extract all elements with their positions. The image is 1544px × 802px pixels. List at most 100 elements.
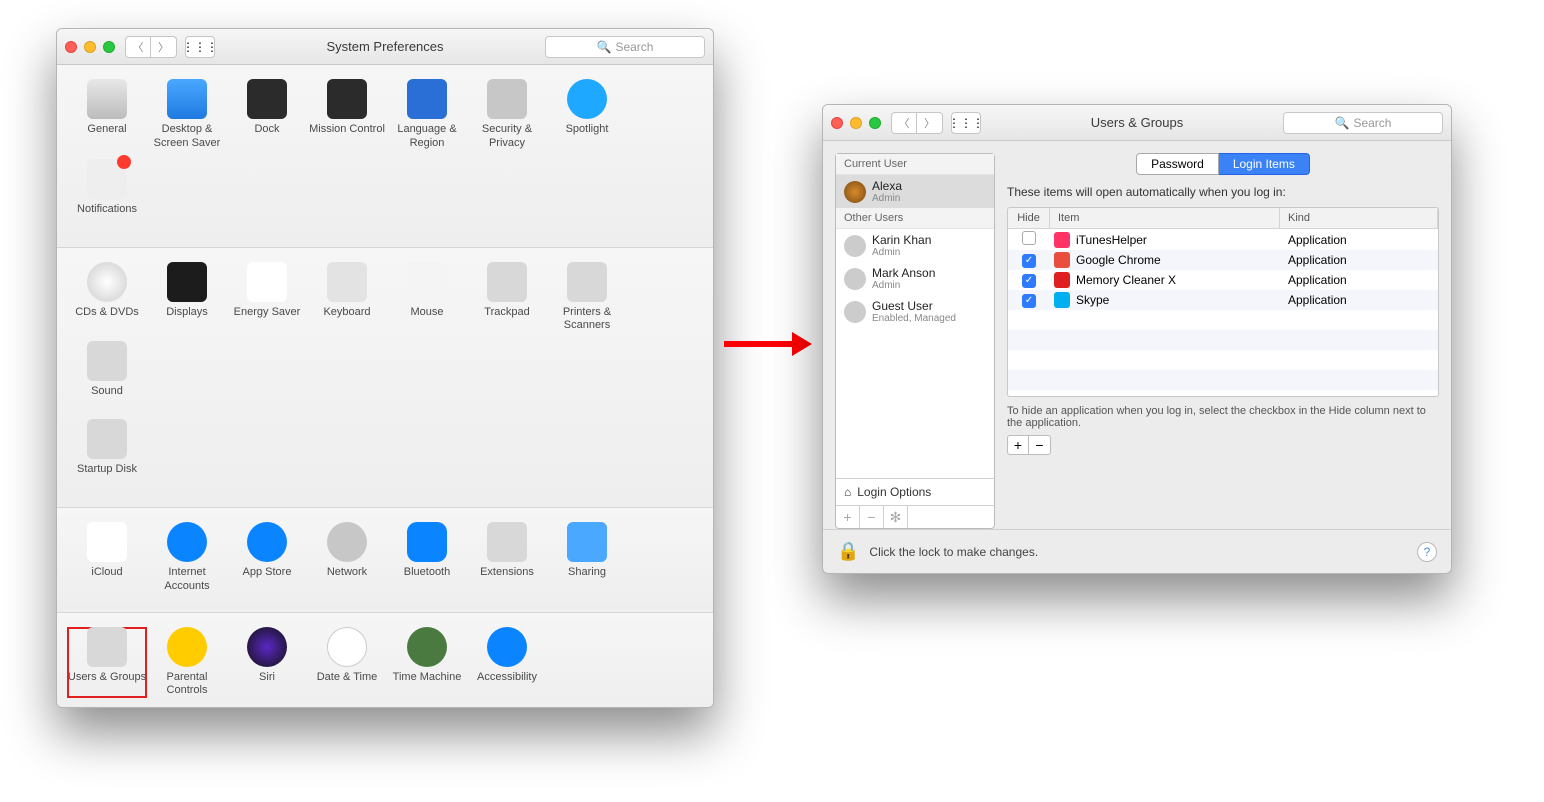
pref-label: Dock — [227, 123, 307, 149]
item-kind: Application — [1280, 273, 1438, 287]
user-row[interactable]: Guest UserEnabled, Managed — [836, 295, 994, 328]
appstore-icon — [247, 522, 287, 562]
user-row[interactable]: Mark AnsonAdmin — [836, 262, 994, 295]
bt-icon — [407, 522, 447, 562]
pref-printers-scanners[interactable]: Printers & Scanners — [547, 262, 627, 334]
user-name: Guest User — [872, 299, 956, 313]
pref-language-region[interactable]: Language & Region — [387, 79, 467, 151]
other-users-header: Other Users — [836, 208, 994, 229]
lock-icon[interactable]: 🔒 — [837, 541, 859, 562]
pref-label: iCloud — [67, 566, 147, 592]
pref-date-time[interactable]: Date & Time — [307, 627, 387, 699]
pref-label: Siri — [227, 671, 307, 697]
search-input[interactable]: 🔍 Search — [1283, 112, 1443, 134]
pref-spotlight[interactable]: Spotlight — [547, 79, 627, 151]
display-icon — [167, 262, 207, 302]
forward-button[interactable]: 〉 — [151, 36, 177, 58]
pref-mouse[interactable]: Mouse — [387, 262, 467, 334]
table-header: Hide Item Kind — [1008, 208, 1438, 229]
forward-button[interactable]: 〉 — [917, 112, 943, 134]
pref-dock[interactable]: Dock — [227, 79, 307, 151]
pref-bluetooth[interactable]: Bluetooth — [387, 522, 467, 594]
close-button[interactable] — [831, 117, 843, 129]
lang-icon — [407, 79, 447, 119]
pref-label: Time Machine — [387, 671, 467, 697]
pref-internet-accounts[interactable]: Internet Accounts — [147, 522, 227, 594]
remove-user-button[interactable]: − — [860, 506, 884, 528]
pref-desktop-screen-saver[interactable]: Desktop & Screen Saver — [147, 79, 227, 151]
tab-login-items[interactable]: Login Items — [1219, 153, 1310, 175]
table-row[interactable]: ✓SkypeApplication — [1008, 290, 1438, 310]
col-item[interactable]: Item — [1050, 208, 1280, 228]
col-kind[interactable]: Kind — [1280, 208, 1438, 228]
pref-accessibility[interactable]: Accessibility — [467, 627, 547, 699]
avatar — [844, 301, 866, 323]
table-row[interactable]: iTunesHelperApplication — [1008, 229, 1438, 250]
pref-network[interactable]: Network — [307, 522, 387, 594]
login-items-table: Hide Item Kind iTunesHelperApplication✓G… — [1007, 207, 1439, 397]
back-button[interactable]: 〈 — [125, 36, 151, 58]
minimize-button[interactable] — [84, 41, 96, 53]
show-all-button[interactable]: ⋮⋮⋮ — [951, 112, 981, 134]
pref-label: Network — [307, 566, 387, 592]
close-button[interactable] — [65, 41, 77, 53]
pref-sound[interactable]: Sound — [67, 341, 147, 411]
pref-trackpad[interactable]: Trackpad — [467, 262, 547, 334]
hide-checkbox[interactable]: ✓ — [1022, 274, 1036, 288]
item-name: Skype — [1076, 293, 1109, 307]
pref-parental-controls[interactable]: Parental Controls — [147, 627, 227, 699]
add-user-button[interactable]: + — [836, 506, 860, 528]
hide-checkbox[interactable] — [1022, 231, 1036, 245]
pref-general[interactable]: General — [67, 79, 147, 151]
app-icon — [1054, 252, 1070, 268]
hint-text: To hide an application when you log in, … — [1007, 405, 1439, 429]
table-row[interactable]: ✓Google ChromeApplication — [1008, 250, 1438, 270]
pref-app-store[interactable]: App Store — [227, 522, 307, 594]
back-button[interactable]: 〈 — [891, 112, 917, 134]
table-row[interactable]: ✓Memory Cleaner XApplication — [1008, 270, 1438, 290]
help-button[interactable]: ? — [1417, 542, 1437, 562]
login-options-button[interactable]: ⌂ Login Options — [836, 478, 994, 505]
pref-time-machine[interactable]: Time Machine — [387, 627, 467, 699]
pref-icloud[interactable]: iCloud — [67, 522, 147, 594]
zoom-button[interactable] — [103, 41, 115, 53]
pref-label: Spotlight — [547, 123, 627, 149]
tab-password[interactable]: Password — [1136, 153, 1219, 175]
pref-displays[interactable]: Displays — [147, 262, 227, 334]
hide-checkbox[interactable]: ✓ — [1022, 254, 1036, 268]
pref-extensions[interactable]: Extensions — [467, 522, 547, 594]
pref-startup-disk[interactable]: Startup Disk — [67, 419, 147, 489]
col-hide[interactable]: Hide — [1008, 208, 1050, 228]
avatar — [844, 181, 866, 203]
sound-icon — [87, 341, 127, 381]
pref-label: Startup Disk — [67, 463, 147, 489]
spotlight-icon — [567, 79, 607, 119]
pref-users-groups[interactable]: Users & Groups — [67, 627, 147, 699]
search-input[interactable]: 🔍 Search — [545, 36, 705, 58]
pref-sharing[interactable]: Sharing — [547, 522, 627, 594]
arrow-annotation — [724, 332, 812, 356]
user-row-current[interactable]: Alexa Admin — [836, 175, 994, 208]
pref-notifications[interactable]: Notifications — [67, 159, 147, 229]
add-item-button[interactable]: + — [1007, 435, 1029, 455]
pref-security-privacy[interactable]: Security & Privacy — [467, 79, 547, 151]
app-icon — [1054, 292, 1070, 308]
show-all-button[interactable]: ⋮⋮⋮ — [185, 36, 215, 58]
pref-keyboard[interactable]: Keyboard — [307, 262, 387, 334]
pref-siri[interactable]: Siri — [227, 627, 307, 699]
hide-checkbox[interactable]: ✓ — [1022, 294, 1036, 308]
notif-icon — [87, 159, 127, 199]
remove-item-button[interactable]: − — [1029, 435, 1051, 455]
user-row[interactable]: Karin KhanAdmin — [836, 229, 994, 262]
pref-energy-saver[interactable]: Energy Saver — [227, 262, 307, 334]
item-buttons: + − — [1007, 435, 1439, 455]
pref-cds-dvds[interactable]: CDs & DVDs — [67, 262, 147, 334]
zoom-button[interactable] — [869, 117, 881, 129]
minimize-button[interactable] — [850, 117, 862, 129]
titlebar: 〈 〉 ⋮⋮⋮ Users & Groups 🔍 Search — [823, 105, 1451, 141]
search-icon: 🔍 — [597, 40, 612, 54]
pref-label: Accessibility — [467, 671, 547, 697]
user-actions-button[interactable]: ✻ — [884, 506, 908, 528]
user-name: Mark Anson — [872, 266, 935, 280]
pref-mission-control[interactable]: Mission Control — [307, 79, 387, 151]
